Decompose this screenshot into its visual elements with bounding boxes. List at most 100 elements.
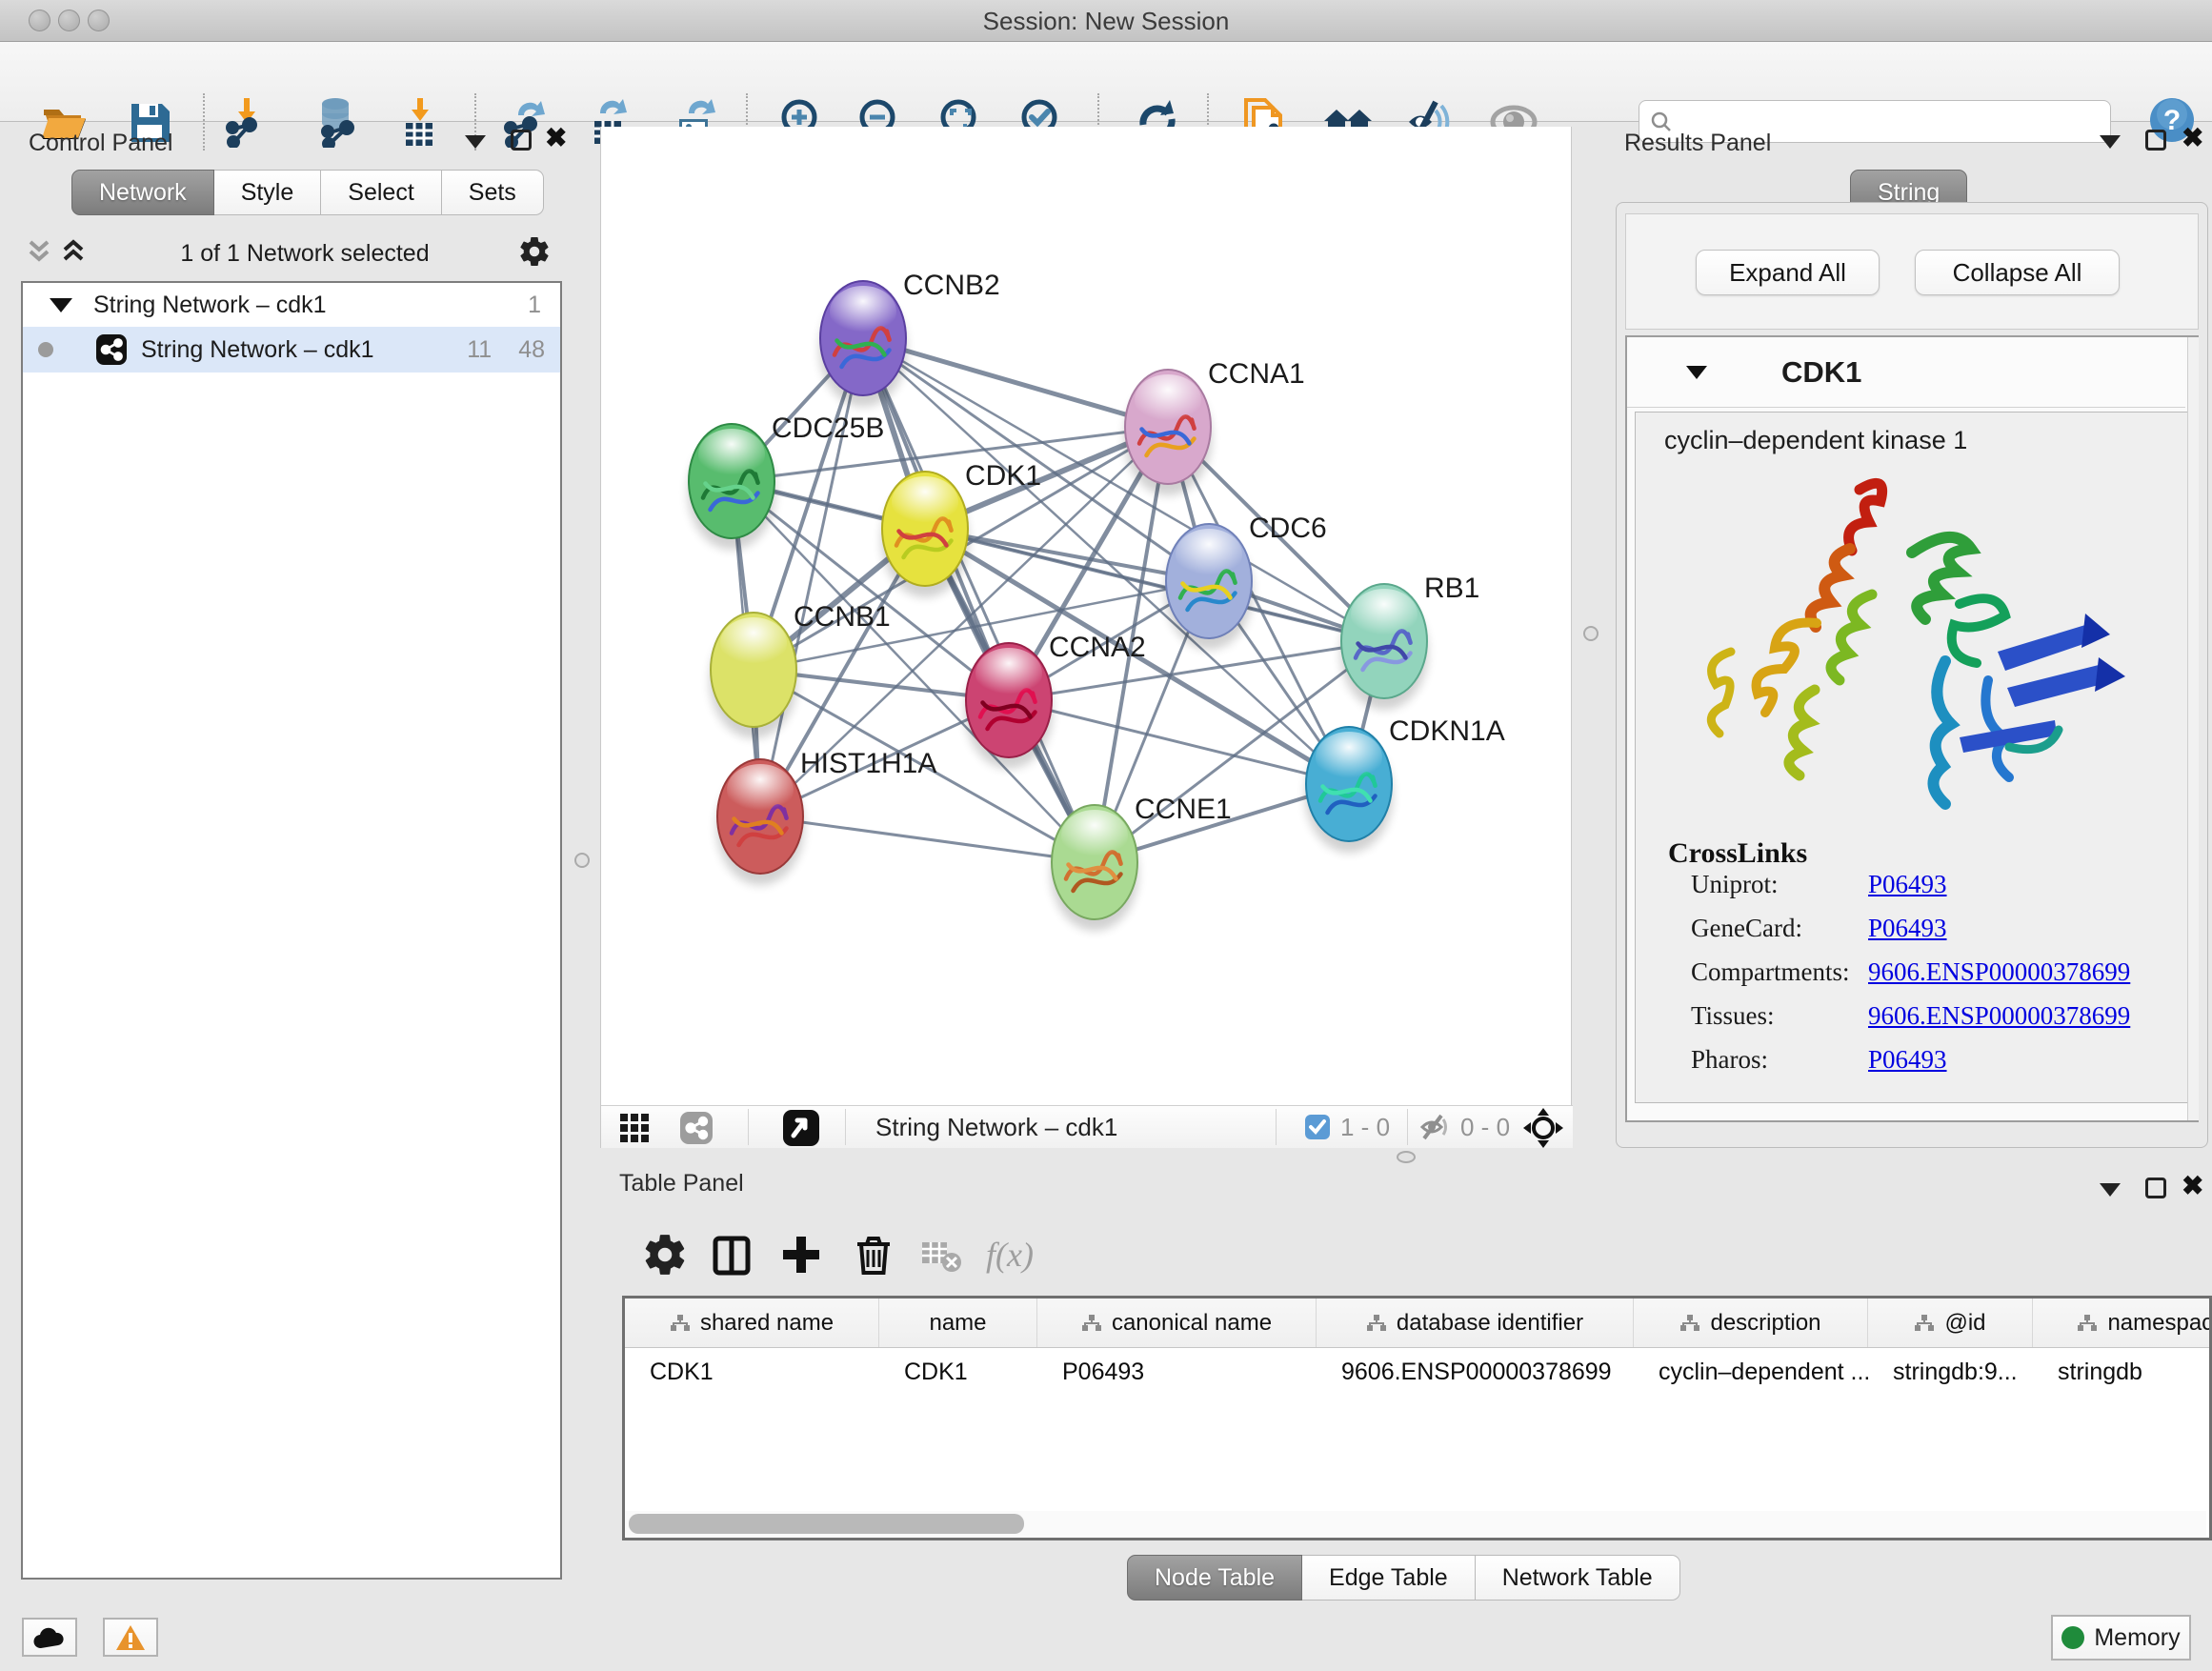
node-CCNE1[interactable]: CCNE1 (1051, 794, 1232, 931)
cloud-status-button[interactable] (22, 1618, 77, 1657)
cell-shared-name[interactable]: CDK1 (625, 1348, 879, 1396)
edge-CCNB2-HIST1H1A[interactable] (760, 338, 863, 816)
birdseye-view-icon[interactable] (782, 1109, 820, 1152)
warning-status-button[interactable] (103, 1618, 158, 1657)
tab-network[interactable]: Network (71, 170, 214, 215)
tree-expander-icon[interactable] (50, 298, 72, 312)
table-panel-float-icon[interactable] (2145, 1178, 2166, 1198)
add-column-icon[interactable] (777, 1231, 825, 1278)
toolbar-separator (203, 93, 205, 151)
hidden-eye-icon[interactable] (1418, 1114, 1455, 1145)
import-table-file-icon[interactable] (392, 96, 444, 148)
tab-sets[interactable]: Sets (442, 170, 544, 215)
table-panel-menu-icon[interactable] (2100, 1183, 2121, 1197)
column-header-canonical-name[interactable]: canonical name (1037, 1299, 1317, 1347)
node-CDK1[interactable]: CDK1 (881, 460, 1041, 597)
node-label-CCNA1: CCNA1 (1208, 358, 1305, 390)
network-collection-row[interactable]: String Network – cdk1 1 (23, 283, 560, 327)
column-label: database identifier (1397, 1310, 1583, 1337)
import-network-file-icon[interactable] (221, 96, 272, 148)
cell-namespace[interactable]: stringdb (2033, 1348, 2212, 1396)
node-HIST1H1A[interactable]: HIST1H1A (716, 748, 936, 885)
memory-button[interactable]: Memory (2051, 1615, 2191, 1661)
cdk1-expander-icon[interactable] (1686, 366, 1707, 379)
node-CDC6[interactable]: CDC6 (1165, 513, 1327, 650)
crosslink-label: Tissues: (1668, 1001, 1868, 1031)
cell-database-identifier[interactable]: 9606.ENSP00000378699 (1317, 1348, 1634, 1396)
network-options-gear-icon[interactable] (517, 234, 552, 273)
column-label: namespace (2107, 1310, 2212, 1337)
node-CDC25B[interactable]: CDC25B (688, 413, 884, 550)
edge-CDK1-RB1[interactable] (925, 529, 1384, 641)
edge-CCNB2-CCNE1[interactable] (863, 338, 1095, 862)
results-panel-close-icon[interactable]: ✖ (2182, 128, 2203, 149)
cell-name[interactable]: CDK1 (879, 1348, 1037, 1396)
column-header-@id[interactable]: @id (1868, 1299, 2033, 1347)
crosslink-link[interactable]: 9606.ENSP00000378699 (1868, 1001, 2130, 1030)
edge-count: 48 (518, 336, 545, 364)
node-label-CDK1: CDK1 (965, 460, 1041, 492)
results-panel-float-icon[interactable] (2145, 130, 2166, 151)
node-RB1[interactable]: RB1 (1340, 573, 1479, 710)
crosslink-link[interactable]: P06493 (1868, 1045, 1947, 1074)
memory-label: Memory (2094, 1624, 2180, 1652)
results-panel-menu-icon[interactable] (2100, 135, 2121, 149)
collapse-all-button[interactable]: Collapse All (1915, 250, 2120, 295)
table-hscrollbar-thumb[interactable] (629, 1514, 1024, 1534)
results-panel-title: Results Panel (1624, 130, 1771, 157)
show-columns-icon[interactable] (708, 1231, 755, 1278)
cell-@id[interactable]: stringdb:9... (1868, 1348, 2033, 1396)
column-header-database-identifier[interactable]: database identifier (1317, 1299, 1634, 1347)
grid-view-icon[interactable] (618, 1112, 651, 1149)
crosslink-link[interactable]: P06493 (1868, 870, 1947, 898)
tab-edge-table[interactable]: Edge Table (1302, 1555, 1476, 1601)
network-row-selected[interactable]: String Network – cdk1 11 48 (23, 327, 560, 372)
results-scrollbar[interactable] (2187, 337, 2199, 1120)
tab-node-table[interactable]: Node Table (1127, 1555, 1302, 1601)
node-CDKN1A[interactable]: CDKN1A (1305, 715, 1505, 853)
crosslink-link[interactable]: 9606.ENSP00000378699 (1868, 957, 2130, 986)
node-CCNB2[interactable]: CCNB2 (819, 270, 1000, 407)
cdk1-details: cyclin–dependent kinase 1 CrossLinks Uni… (1635, 412, 2189, 1103)
cell-description[interactable]: cyclin–dependent ... (1634, 1348, 1868, 1396)
tab-select[interactable]: Select (321, 170, 441, 215)
control-panel-float-icon[interactable] (511, 130, 532, 151)
cdk1-section-header[interactable]: CDK1 (1627, 337, 2185, 408)
column-header-name[interactable]: name (879, 1299, 1037, 1347)
fit-selected-crosshair-icon[interactable] (1521, 1106, 1565, 1155)
cloud-icon (32, 1625, 67, 1650)
table-panel-close-icon[interactable]: ✖ (2182, 1176, 2203, 1197)
import-network-database-icon[interactable] (311, 96, 362, 148)
column-header-namespace[interactable]: namespace (2033, 1299, 2212, 1347)
tab-network-table[interactable]: Network Table (1476, 1555, 1680, 1601)
control-panel-close-icon[interactable]: ✖ (545, 128, 567, 149)
crosslink-link[interactable]: P06493 (1868, 914, 1947, 942)
right-splitter-handle[interactable] (1583, 626, 1599, 641)
delete-column-icon[interactable] (850, 1231, 897, 1278)
column-label: description (1710, 1310, 1820, 1337)
titlebar: Session: New Session (0, 0, 2212, 42)
tab-style[interactable]: Style (214, 170, 322, 215)
cell-canonical-name[interactable]: P06493 (1037, 1348, 1317, 1396)
bottom-splitter-handle[interactable] (1397, 1151, 1416, 1163)
function-builder-icon[interactable]: f(x) (986, 1235, 1034, 1275)
column-header-description[interactable]: description (1634, 1299, 1868, 1347)
left-splitter-handle[interactable] (574, 853, 590, 868)
expand-all-icon[interactable] (59, 236, 88, 272)
column-header-shared-name[interactable]: shared name (625, 1299, 879, 1347)
node-CCNA2[interactable]: CCNA2 (965, 632, 1146, 769)
nav-share-icon[interactable] (679, 1111, 714, 1150)
control-panel-menu-icon[interactable] (465, 135, 486, 149)
collapse-all-icon[interactable] (25, 236, 53, 272)
edge-CCNA2-CDKN1A[interactable] (1009, 700, 1349, 784)
edge-CCNB2-CCNA1[interactable] (863, 338, 1168, 427)
node-label-RB1: RB1 (1424, 573, 1479, 604)
table-row[interactable]: CDK1CDK1P064939606.ENSP00000378699cyclin… (625, 1348, 2209, 1396)
table-gear-icon[interactable] (641, 1231, 689, 1278)
expand-all-button[interactable]: Expand All (1696, 250, 1880, 295)
cdk1-description: cyclin–dependent kinase 1 (1636, 413, 2188, 455)
network-graph[interactable]: CCNB2CCNA1CDC25BCDK1CDC6RB1CCNB1CCNA2CDK… (601, 127, 1573, 1105)
delete-table-icon[interactable] (916, 1231, 964, 1278)
selection-checkbox-icon[interactable] (1304, 1114, 1331, 1145)
edge-HIST1H1A-CCNE1[interactable] (760, 816, 1095, 862)
